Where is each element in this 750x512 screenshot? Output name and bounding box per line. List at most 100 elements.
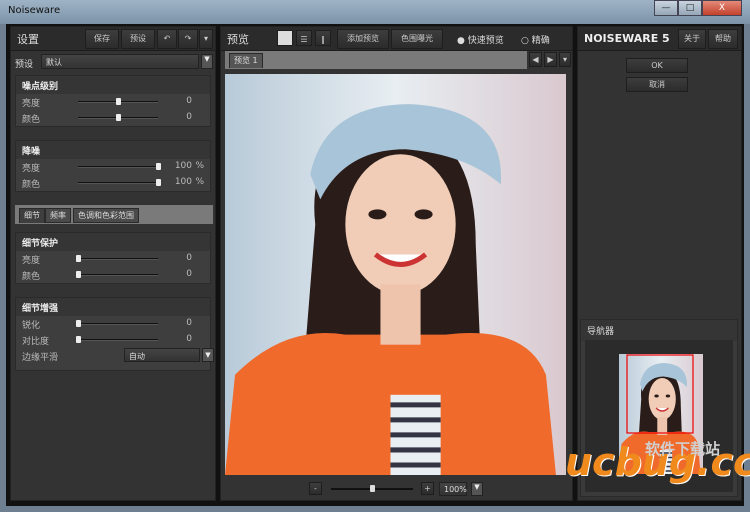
detail-enhance-group: 细节增强 锐化 0 对比度 0 边缘平滑 自动 ▼ [15,297,214,371]
detail-enhance-title: 细节增强 [16,298,210,316]
slider-label: 锐化 [22,321,41,331]
slider-row: 对比度 0 [16,332,210,348]
settings-title: 设置 [17,33,39,46]
right-panel: NOISEWARE 5 关于 帮助 OK 取消 导航器 [577,26,742,501]
tab-frequency[interactable]: 频率 [45,208,71,223]
preset-label: 预设 [15,60,34,70]
slider-handle[interactable] [76,336,81,343]
undo-button[interactable]: ↶ [157,29,177,49]
slider-value: 0 [186,112,192,122]
slider-handle[interactable] [76,255,81,262]
slider-row: 亮度 0 [16,251,210,267]
zoom-slider-handle[interactable] [370,485,375,492]
slider-unit: % [195,161,204,171]
help-button[interactable]: 帮助 [708,29,738,49]
edge-smoothing-label: 边缘平滑 [22,353,59,363]
slider-handle[interactable] [76,320,81,327]
slider-label: 亮度 [22,164,41,174]
watermark-subtext: 软件下载站 [645,440,721,458]
slider-row: 亮度 0 [16,94,210,110]
slider-row: 锐化 0 [16,316,210,332]
slider-row: 颜色 100% [16,175,210,191]
preview-image[interactable] [225,74,566,475]
client-area: 设置 保存 预设 ↶ ↷ ▾ 预设 默认 ▼ 噪点级别 亮度 0 颜色 0 降噪 … [6,24,744,506]
single-view-icon[interactable] [277,30,293,46]
close-button[interactable]: X [702,0,742,16]
slider-track[interactable] [78,98,158,105]
zoom-level-field[interactable]: 100% [439,482,467,496]
zoom-dropdown-arrow[interactable]: ▼ [471,482,483,496]
add-preview-button[interactable]: 添加预览 [337,29,389,49]
slider-value: 0 [186,96,192,106]
brand-logo: NOISEWARE 5 [584,32,670,45]
detail-protection-group: 细节保护 亮度 0 颜色 0 [15,232,211,284]
slider-unit: % [195,177,204,187]
slider-label: 颜色 [22,115,41,125]
slider-handle[interactable] [156,179,161,186]
redo-button[interactable]: ↷ [178,29,198,49]
title-bar: Noiseware — □ X [0,0,750,24]
zoom-slider[interactable] [331,485,413,492]
noise-level-title: 噪点级别 [16,76,210,94]
slider-track[interactable] [76,271,158,278]
presets-button[interactable]: 预设 [121,29,155,49]
slider-track[interactable] [76,320,158,327]
slider-row: 颜色 0 [16,267,210,283]
tab-detail[interactable]: 细节 [19,208,45,223]
gamut-exposure-button[interactable]: 色围曝光 [391,29,443,49]
settings-menu-button[interactable]: ▾ [199,29,213,49]
noise-reduction-group: 降噪 亮度 100% 颜色 100% [15,140,211,192]
prev-tab-icon[interactable]: ◀ [529,52,542,67]
save-button[interactable]: 保存 [85,29,119,49]
cancel-button[interactable]: 取消 [626,77,688,92]
noise-reduction-title: 降噪 [16,141,210,159]
slider-track[interactable] [76,336,158,343]
window-title: Noiseware [8,5,61,16]
slider-track[interactable] [78,114,158,121]
maximize-button[interactable]: □ [678,0,702,16]
split-vertical-icon[interactable]: ‖ [315,30,331,46]
settings-panel: 设置 保存 预设 ↶ ↷ ▾ 预设 默认 ▼ 噪点级别 亮度 0 颜色 0 降噪 … [10,26,216,501]
slider-row: 亮度 100% [16,159,210,175]
slider-track[interactable] [76,255,158,262]
slider-value: 0 [186,334,192,344]
preview-panel: 预览 ☰ ‖ 添加预览 色围曝光 ● 快速预览 ○ 精确 预览 1 ◀ ▶ ▾ … [220,26,573,501]
zoom-out-button[interactable]: - [309,482,322,495]
about-button[interactable]: 关于 [678,29,706,49]
accurate-radio[interactable]: ○ 精确 [521,33,550,46]
preset-select[interactable]: 默认 [41,54,199,69]
slider-track[interactable] [78,163,161,170]
slider-label: 颜色 [22,180,41,190]
edge-smoothing-dropdown-arrow[interactable]: ▼ [202,348,214,362]
ok-button[interactable]: OK [626,58,688,73]
slider-label: 亮度 [22,256,41,266]
accurate-label: 精确 [531,36,550,46]
fast-preview-label: 快速预览 [467,36,504,46]
preset-dropdown-arrow[interactable]: ▼ [201,54,213,69]
slider-value: 100 [174,177,192,187]
slider-value: 100 [174,161,192,171]
minimize-button[interactable]: — [654,0,678,16]
slider-track[interactable] [78,179,161,186]
split-horizontal-icon[interactable]: ☰ [296,30,312,46]
detail-protection-title: 细节保护 [16,233,210,251]
slider-handle[interactable] [116,114,121,121]
edge-smoothing-select[interactable]: 自动 [124,348,200,362]
preview-title: 预览 [227,33,249,46]
tab-menu-icon[interactable]: ▾ [559,52,571,67]
slider-handle[interactable] [76,271,81,278]
slider-handle[interactable] [116,98,121,105]
navigator-title: 导航器 [581,320,737,341]
tab-tone-color-range[interactable]: 色调和色彩范围 [73,208,139,223]
preview-tabstrip: 预览 1 [225,51,527,69]
slider-value: 0 [186,253,192,263]
fast-preview-radio[interactable]: ● 快速预览 [457,33,504,46]
zoom-in-button[interactable]: + [421,482,434,495]
slider-label: 亮度 [22,99,41,109]
next-tab-icon[interactable]: ▶ [544,52,557,67]
slider-label: 颜色 [22,272,41,282]
tab-preview-1[interactable]: 预览 1 [229,53,263,68]
detail-tabs: 细节 频率 色调和色彩范围 [15,205,213,224]
slider-handle[interactable] [156,163,161,170]
slider-value: 0 [186,318,192,328]
